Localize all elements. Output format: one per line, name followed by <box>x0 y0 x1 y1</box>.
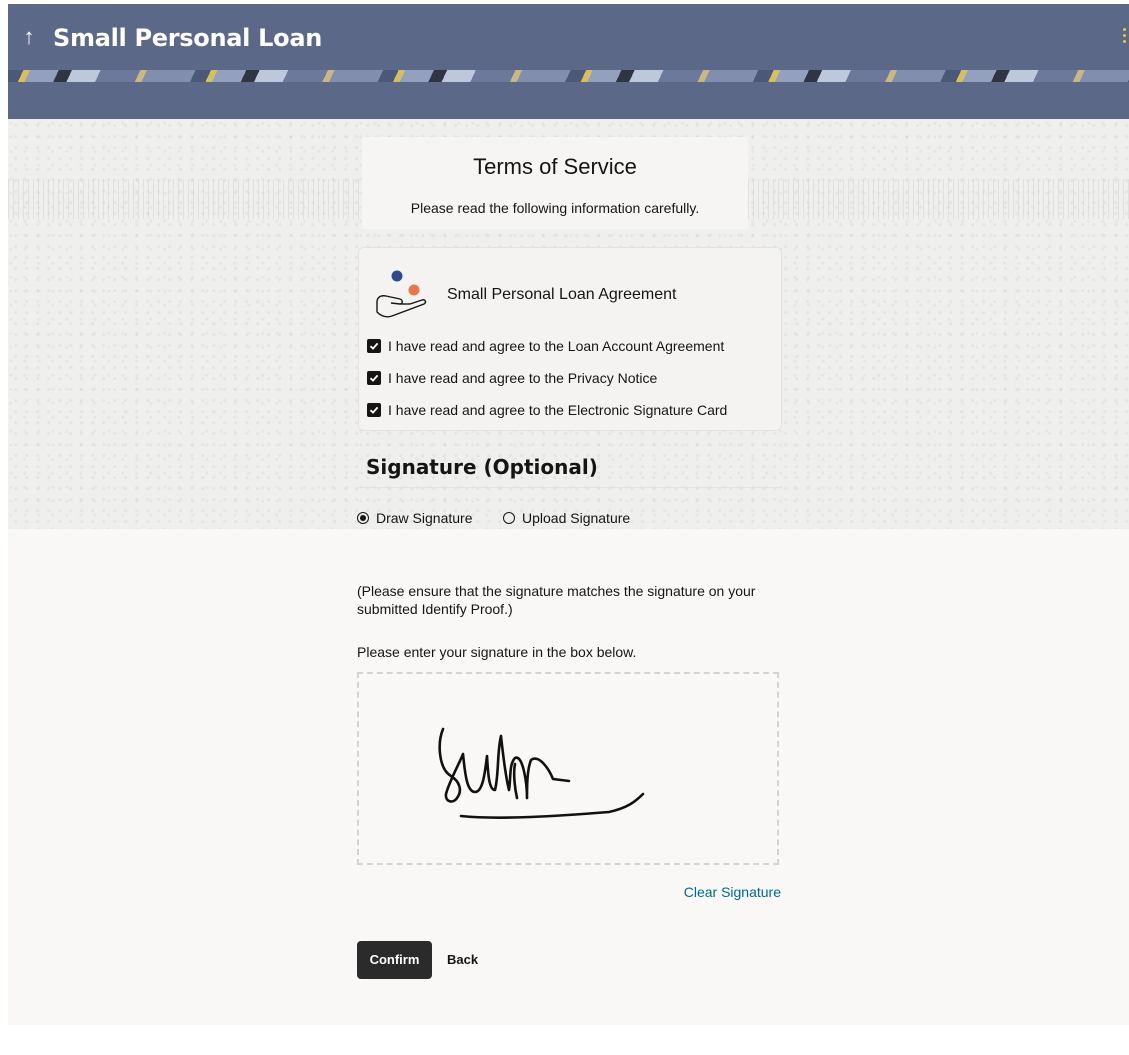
radio-unselected-icon[interactable] <box>503 512 515 524</box>
hand-coins-icon <box>376 270 427 318</box>
drawn-signature <box>438 727 645 819</box>
page-title: Small Personal Loan <box>53 24 322 52</box>
arrow-up-icon[interactable]: ↑ <box>18 24 40 50</box>
terms-card: Terms of Service Please read the followi… <box>362 137 748 229</box>
agreement-title: Small Personal Loan Agreement <box>447 286 677 303</box>
checkbox-label: I have read and agree to the Electronic … <box>388 402 728 418</box>
app-frame: ↑ Small Personal Loan Terms of Service P… <box>8 4 1129 1025</box>
checkbox-loan-agreement[interactable]: I have read and agree to the Loan Accoun… <box>367 336 724 356</box>
checkbox-label: I have read and agree to the Privacy Not… <box>388 370 658 386</box>
signature-instruction: Please enter your signature in the box b… <box>357 644 637 660</box>
clear-signature-link[interactable]: Clear Signature <box>684 882 781 902</box>
terms-title: Terms of Service <box>473 154 637 179</box>
radio-draw-signature[interactable]: Draw Signature <box>357 508 473 528</box>
header-title-row: ↑ Small Personal Loan <box>8 4 1129 70</box>
kebab-menu-icon[interactable] <box>1121 26 1127 50</box>
checkbox-checked-icon[interactable] <box>367 403 381 417</box>
page-header: ↑ Small Personal Loan <box>8 4 1129 119</box>
radio-upload-signature[interactable]: Upload Signature <box>503 508 630 528</box>
signature-heading: Signature (Optional) <box>366 455 598 479</box>
checkbox-checked-icon[interactable] <box>367 339 381 353</box>
divider <box>358 487 782 488</box>
checkbox-label: I have read and agree to the Loan Accoun… <box>388 338 725 354</box>
radio-label: Draw Signature <box>376 510 473 526</box>
back-button[interactable]: Back <box>447 941 478 979</box>
signature-note: (Please ensure that the signature matche… <box>357 583 756 617</box>
decorative-banner <box>8 70 1129 82</box>
checkbox-checked-icon[interactable] <box>367 371 381 385</box>
radio-label: Upload Signature <box>522 510 631 526</box>
signature-pad[interactable] <box>357 672 779 865</box>
checkbox-esignature-card[interactable]: I have read and agree to the Electronic … <box>367 400 727 420</box>
terms-subtitle: Please read the following information ca… <box>410 200 700 216</box>
confirm-button[interactable]: Confirm <box>357 941 432 979</box>
agreement-card: Small Personal Loan Agreement I have rea… <box>358 247 782 431</box>
radio-selected-icon[interactable] <box>357 512 369 524</box>
checkbox-privacy-notice[interactable]: I have read and agree to the Privacy Not… <box>367 368 657 388</box>
